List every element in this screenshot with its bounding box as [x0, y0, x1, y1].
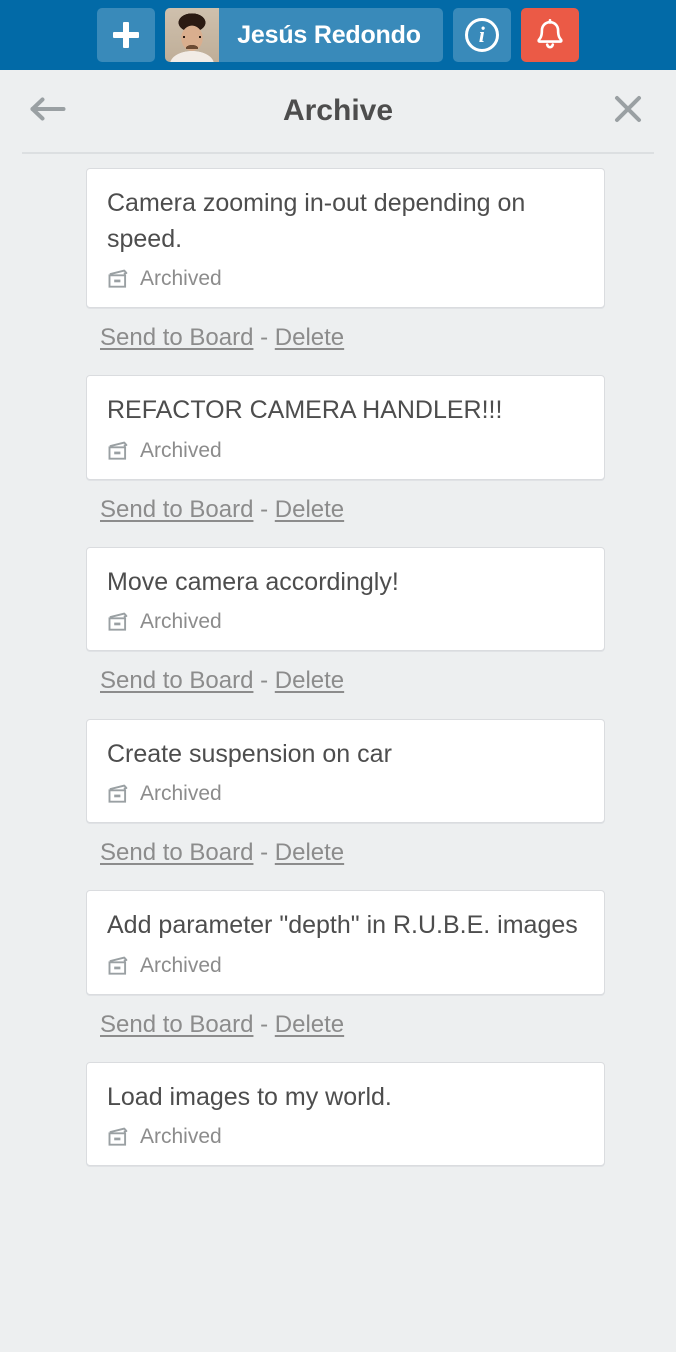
entry-actions: Send to Board - Delete [100, 665, 676, 696]
archive-entry: Camera zooming in-out depending on speed… [0, 168, 676, 353]
card-meta: Archived [107, 954, 584, 978]
archive-entry: Add parameter "depth" in R.U.B.E. images… [0, 890, 676, 1040]
card-title: Camera zooming in-out depending on speed… [107, 189, 526, 253]
archived-card[interactable]: Move camera accordingly! Archived [86, 546, 605, 652]
send-to-board-link[interactable]: Send to Board [100, 496, 253, 523]
delete-link[interactable]: Delete [275, 667, 344, 694]
avatar [165, 8, 220, 62]
plus-icon [112, 21, 140, 49]
card-meta: Archived [107, 1125, 584, 1149]
archive-entry: REFACTOR CAMERA HANDLER!!! Archived Send… [0, 375, 676, 525]
back-button[interactable] [28, 91, 68, 131]
card-status-label: Archived [140, 610, 222, 634]
app-topbar: Jesús Redondo i [0, 0, 676, 70]
archive-entry: Move camera accordingly! Archived Send t… [0, 546, 676, 697]
card-meta: Archived [107, 439, 584, 463]
card-meta: Archived [107, 782, 584, 806]
archive-box-icon [107, 1126, 129, 1148]
archived-card[interactable]: Load images to my world. Archived [86, 1061, 605, 1167]
close-button[interactable] [608, 91, 648, 131]
delete-link[interactable]: Delete [275, 496, 344, 523]
member-chip[interactable]: Jesús Redondo [165, 8, 443, 62]
archive-box-icon [107, 955, 129, 977]
archive-box-icon [107, 440, 129, 462]
member-name: Jesús Redondo [237, 20, 421, 49]
send-to-board-link[interactable]: Send to Board [100, 324, 253, 351]
archived-card[interactable]: Create suspension on car Archived [86, 718, 605, 824]
close-icon [613, 94, 643, 129]
archive-entry: Load images to my world. Archived [0, 1061, 676, 1167]
archived-card[interactable]: Add parameter "depth" in R.U.B.E. images… [86, 890, 605, 995]
action-separator: - [253, 1010, 275, 1038]
bell-icon [535, 19, 565, 51]
back-arrow-icon [30, 96, 66, 127]
card-status-label: Archived [140, 267, 222, 290]
archive-box-icon [107, 611, 129, 633]
card-title: Create suspension on car [107, 739, 392, 768]
card-title: Move camera accordingly! [107, 567, 399, 596]
card-meta: Archived [107, 267, 584, 291]
archive-entry: Create suspension on car Archived Send t… [0, 718, 676, 869]
card-meta: Archived [107, 610, 584, 634]
info-icon: i [464, 18, 499, 52]
archive-box-icon [107, 268, 129, 290]
card-status-label: Archived [140, 953, 222, 977]
action-separator: - [253, 495, 275, 523]
archived-card[interactable]: Camera zooming in-out depending on speed… [86, 168, 605, 308]
entry-actions: Send to Board - Delete [100, 322, 676, 353]
action-separator: - [253, 324, 275, 351]
page-title: Archive [282, 94, 394, 127]
archived-card[interactable]: REFACTOR CAMERA HANDLER!!! Archived [86, 375, 605, 480]
card-status-label: Archived [140, 438, 222, 462]
card-title: Add parameter "depth" in R.U.B.E. images [107, 911, 578, 940]
action-separator: - [253, 667, 275, 695]
notifications-button[interactable] [520, 8, 579, 62]
card-title: REFACTOR CAMERA HANDLER!!! [107, 396, 503, 425]
entry-actions: Send to Board - Delete [100, 494, 676, 525]
delete-link[interactable]: Delete [275, 1011, 344, 1038]
card-status-label: Archived [140, 1125, 222, 1149]
send-to-board-link[interactable]: Send to Board [100, 667, 253, 694]
entry-actions: Send to Board - Delete [100, 1009, 676, 1040]
card-status-label: Archived [140, 782, 222, 806]
card-title: Load images to my world. [107, 1082, 392, 1111]
send-to-board-link[interactable]: Send to Board [100, 839, 253, 866]
panel-header: Archive [0, 70, 676, 152]
send-to-board-link[interactable]: Send to Board [100, 1011, 253, 1038]
info-button[interactable]: i [452, 8, 511, 62]
action-separator: - [253, 839, 275, 867]
entry-actions: Send to Board - Delete [100, 837, 676, 868]
delete-link[interactable]: Delete [275, 839, 344, 866]
archive-list: Camera zooming in-out depending on speed… [0, 154, 676, 1167]
archive-box-icon [107, 783, 129, 805]
delete-link[interactable]: Delete [275, 324, 344, 351]
add-button[interactable] [97, 8, 156, 62]
